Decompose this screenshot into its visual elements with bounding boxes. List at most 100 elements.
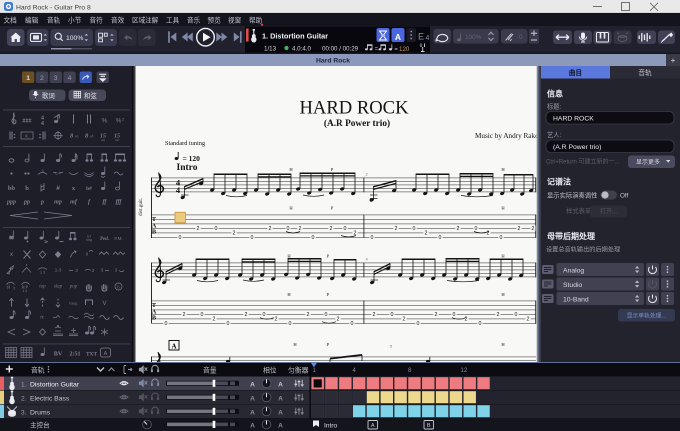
svg-text:###: ### — [22, 119, 31, 125]
svg-text:艺人:: 艺人: — [547, 131, 562, 139]
svg-text:0: 0 — [325, 312, 328, 318]
svg-text:p: p — [40, 200, 44, 206]
svg-text:2: 2 — [403, 316, 406, 322]
svg-text:打开...: 打开... — [600, 208, 617, 216]
svg-text:0: 0 — [227, 321, 230, 327]
svg-text:P: P — [327, 254, 330, 259]
svg-text:Standard tuning: Standard tuning — [165, 140, 206, 147]
svg-text:(A.R Power trio): (A.R Power trio) — [553, 144, 601, 151]
svg-text:Analog: Analog — [563, 267, 584, 274]
svg-text:A: A — [278, 423, 283, 430]
svg-text:2: 2 — [497, 312, 500, 318]
svg-text:Studio: Studio — [563, 282, 582, 289]
svg-text:0: 0 — [475, 226, 478, 232]
svg-text:BV: BV — [54, 351, 63, 358]
svg-text:x: x — [26, 263, 28, 267]
svg-text:P.M.: P.M. — [114, 236, 122, 241]
svg-text:母带后期处理: 母带后期处理 — [547, 231, 595, 241]
svg-text:标题:: 标题: — [547, 102, 562, 111]
svg-text:和弦: 和弦 — [84, 91, 97, 100]
svg-text:mf: mf — [70, 200, 78, 206]
svg-text:音效: 音效 — [111, 16, 125, 25]
svg-text:视窗: 视窗 — [228, 16, 242, 25]
svg-text:120: 120 — [399, 46, 410, 53]
svg-text:P: P — [331, 206, 334, 211]
svg-text:P: P — [327, 292, 330, 297]
svg-text:A: A — [278, 382, 283, 389]
svg-text:0: 0 — [479, 321, 482, 327]
svg-text:0: 0 — [515, 312, 518, 318]
svg-text:2: 2 — [275, 316, 278, 322]
svg-text:0: 0 — [165, 321, 168, 327]
svg-text:样式表单: 样式表单 — [566, 206, 591, 215]
svg-text:2.: 2. — [21, 395, 27, 402]
svg-text:P: P — [327, 342, 330, 347]
svg-text:HARD ROCK: HARD ROCK — [300, 97, 410, 118]
svg-text:#: # — [56, 185, 60, 192]
svg-text:A: A — [104, 351, 108, 357]
svg-text:2: 2 — [532, 226, 535, 232]
svg-text:2: 2 — [233, 230, 236, 236]
svg-text:小节: 小节 — [68, 16, 82, 25]
svg-text:预览: 预览 — [208, 16, 222, 25]
svg-text:0: 0 — [344, 226, 347, 232]
svg-text:2: 2 — [457, 226, 460, 232]
svg-text:100%: 100% — [465, 34, 482, 41]
svg-text:Intro: Intro — [324, 422, 338, 429]
svg-text:Ctrl+Return 可建立新的一...: Ctrl+Return 可建立新的一... — [546, 158, 620, 166]
svg-text:匀衡器: 匀衡器 — [288, 365, 309, 374]
svg-text:4.0:4.0: 4.0:4.0 — [292, 46, 311, 53]
svg-text:工具: 工具 — [166, 17, 180, 25]
svg-text:dist.guit.: dist.guit. — [138, 198, 144, 216]
svg-text:10-Band: 10-Band — [563, 296, 589, 303]
svg-text:0: 0 — [439, 235, 442, 241]
svg-text:A: A — [171, 342, 176, 350]
svg-text:4: 4 — [426, 35, 430, 42]
svg-text:TXT: TXT — [86, 352, 97, 358]
svg-text:3: 3 — [54, 75, 58, 82]
svg-text:100%: 100% — [66, 35, 83, 42]
svg-text:音轨: 音轨 — [47, 16, 61, 25]
svg-text:0: 0 — [351, 321, 354, 327]
svg-text:ma: ma — [101, 138, 105, 142]
svg-text:x: x — [8, 272, 10, 276]
svg-text:显示实际演奏调性: 显示实际演奏调性 — [547, 191, 597, 200]
svg-text:音符: 音符 — [90, 16, 104, 25]
svg-text:3.: 3. — [21, 409, 27, 416]
svg-text:2: 2 — [527, 316, 530, 322]
svg-text:bb: bb — [8, 185, 16, 192]
svg-text:4: 4 — [68, 75, 72, 82]
svg-text:Hard Rock - Guitar Pro 8: Hard Rock - Guitar Pro 8 — [16, 4, 91, 11]
svg-text:音乐: 音乐 — [187, 16, 201, 25]
svg-text:文档: 文档 — [4, 16, 18, 25]
svg-text:1: 1 — [26, 75, 30, 82]
svg-text:0: 0 — [391, 312, 394, 318]
svg-text:0: 0 — [453, 312, 456, 318]
svg-text:rasg.: rasg. — [69, 301, 78, 306]
svg-text:0: 0 — [312, 235, 315, 241]
svg-text:ring: ring — [86, 238, 92, 242]
svg-text:2: 2 — [330, 226, 333, 232]
svg-text:00:00 / 00:29: 00:00 / 00:29 — [322, 46, 359, 53]
svg-text:设置总音轨输出的后期处理: 设置总音轨输出的后期处理 — [546, 246, 620, 254]
svg-text:0: 0 — [179, 235, 182, 241]
svg-text:音轨: 音轨 — [638, 68, 652, 77]
svg-text:0: 0 — [287, 226, 290, 232]
svg-text:主控台: 主控台 — [30, 420, 50, 429]
svg-text:A: A — [250, 410, 255, 417]
svg-text:pop: pop — [69, 285, 78, 290]
svg-text:1-3: 1-3 — [55, 268, 62, 273]
svg-text:A: A — [278, 396, 283, 403]
svg-text:1/13: 1/13 — [264, 46, 277, 53]
svg-text:P: P — [331, 167, 334, 172]
svg-text:区域注解: 区域注解 — [132, 16, 159, 25]
svg-text:A: A — [395, 32, 401, 42]
svg-text:x: x — [10, 252, 13, 258]
svg-text:tap: tap — [39, 285, 46, 290]
svg-text:3: 3 — [41, 169, 43, 173]
svg-text:+: + — [671, 56, 676, 65]
svg-text:A: A — [278, 410, 283, 417]
svg-text:2: 2 — [354, 230, 357, 236]
svg-text:0: 0 — [289, 321, 292, 327]
svg-text:编辑: 编辑 — [25, 16, 39, 25]
